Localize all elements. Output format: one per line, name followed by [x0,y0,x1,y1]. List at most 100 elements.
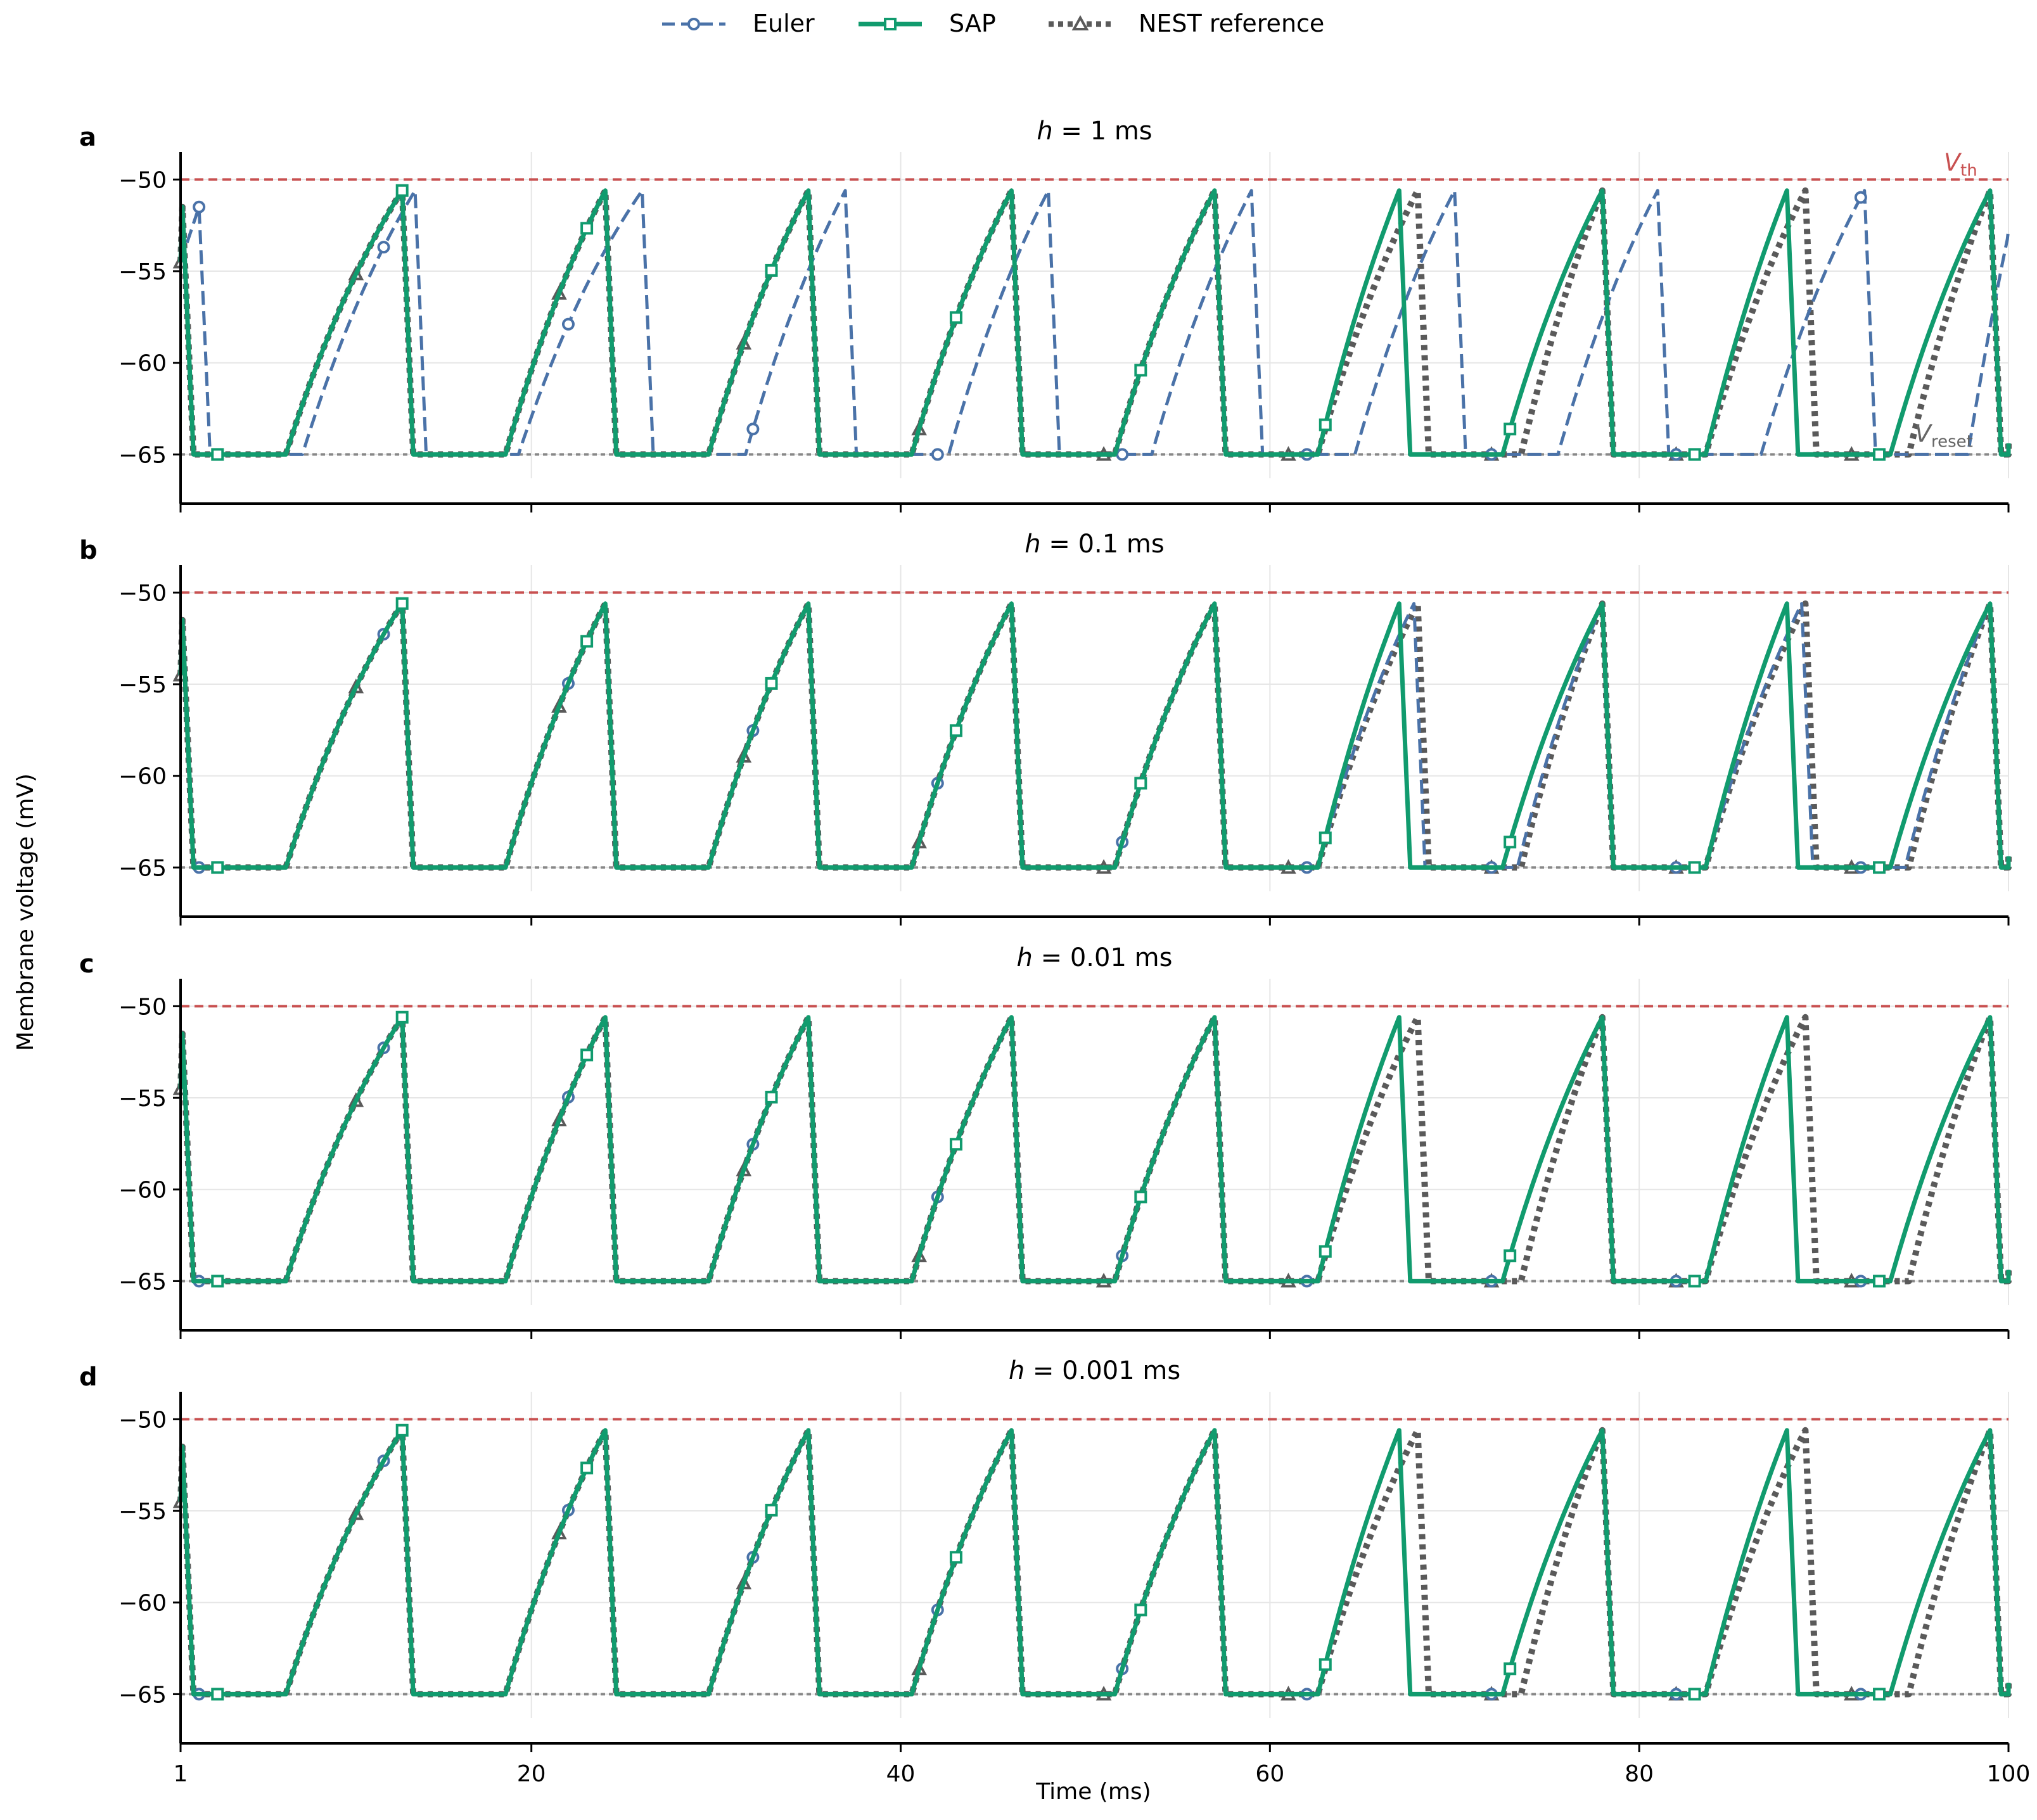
series-sap-point [949,1551,962,1564]
series-sap-point [395,184,409,197]
gridlines [180,1392,2009,1718]
panel-d: −50 −55 −60 −65 1 20 40 60 80 100 d h = 0.001 ms [79,1356,2030,1787]
y-tick-label: −55 [118,259,167,285]
y-axis-label: Membrane voltage (mV) [13,773,39,1051]
panel-title-value: = 1 ms [1053,117,1153,146]
y-tick-label: −50 [118,580,167,606]
legend-label-euler: Euler [753,10,815,37]
series-sap-point [580,1461,594,1475]
series-sap-point [1688,448,1701,461]
vth-label: Vth [1944,148,1977,180]
series-euler-point [1116,448,1129,461]
panel-letter: b [79,536,98,565]
panel-title-var: h [1025,530,1040,559]
series-sap-point [1873,1275,1886,1288]
panel-a: −50 −55 −60 −65 a h = 1 ms Vth Vreset [79,117,2012,512]
figure: Euler SAP NEST reference Membrane voltag… [13,10,2030,1805]
vreset-label: Vreset [1915,419,1973,451]
panel-title-value: = 0.001 ms [1025,1356,1180,1385]
series-sap-point [1134,1603,1147,1617]
x-tick-label: 80 [1625,1761,1654,1787]
panel-title: h = 0.01 ms [1017,943,1173,972]
series-euler-point [193,200,206,213]
panel-title-value: = 0.01 ms [1033,943,1173,972]
series-sap-point [580,222,594,235]
series-euler-line [179,1015,2010,1283]
series-sap-line [178,601,2011,870]
series-sap-point [949,724,962,737]
y-tick-label: −65 [118,1269,167,1295]
legend-label-sap: SAP [949,10,996,37]
series-sap-point [1134,1190,1147,1204]
series-sap-point [1873,448,1886,461]
series-euler-point [1854,191,1867,204]
legend-entry-sap: SAP [859,10,996,37]
panel-letter: d [79,1363,98,1392]
panel-title: h = 0.1 ms [1025,530,1164,559]
series-sap-point [1504,423,1517,436]
panels: −50−55−60−65a h = 1 msVthVreset−50−55−60−… [79,117,2030,1787]
series-nest-line [177,1427,2012,1698]
series-sap-point [395,597,409,610]
series-sap-point [1688,1688,1701,1701]
series-sap-point [211,1275,224,1288]
y-tick-label: −60 [118,1591,167,1617]
gridlines [180,565,2009,891]
y-tick-label: −60 [118,1178,167,1204]
legend-entry-nest: NEST reference [1049,10,1324,37]
series-sap-point [1319,831,1332,844]
y-tick-label: −65 [118,442,167,468]
series-sap-point [949,1138,962,1151]
panel-letter: a [79,123,96,152]
x-tick-label: 1 [174,1761,188,1787]
series-euler-line [179,1429,2010,1696]
series-sap-point [1688,1275,1701,1288]
series-nest-line [177,600,2012,871]
series-sap-point [395,1010,409,1024]
x-tick-label: 100 [1987,1761,2031,1787]
panel-title-var: h [1009,1356,1025,1385]
series-sap-point [211,861,224,874]
y-tick-label: −50 [118,1407,167,1433]
series-sap-point [1873,861,1886,874]
series-euler-point [931,448,944,461]
panel-b: −50 −55 −60 −65 b h = 0.1 ms [79,530,2012,926]
series-sap-point [580,635,594,648]
y-tick-label: −60 [118,351,167,377]
series-sap-point [1504,1249,1517,1263]
y-tick-label: −65 [118,855,167,881]
panel-title: h = 1 ms [1037,117,1152,146]
series-sap-line [178,1015,2011,1283]
x-tick-label: 40 [886,1761,916,1787]
panel-title-value: = 0.1 ms [1041,530,1165,559]
series-sap-point [580,1048,594,1062]
series-sap-point [765,1090,778,1104]
series-sap-line [178,1428,2011,1696]
legend-marker-nest [1071,15,1089,30]
y-tick-label: −50 [118,167,167,193]
series-sap-point [765,677,778,690]
legend-label-nest: NEST reference [1139,10,1324,37]
series-euler-line [179,602,2010,869]
vth-label-sub: th [1960,161,1977,180]
series-sap-line [178,188,2011,457]
panel-title: h = 0.001 ms [1009,1356,1180,1385]
gridlines [180,152,2009,478]
series-sap-point [1873,1688,1886,1701]
y-tick-label: −55 [118,1499,167,1525]
y-tick-label: −55 [118,1086,167,1112]
y-tick-label: −60 [118,764,167,790]
x-axis-label: Time (ms) [1035,1779,1151,1805]
x-tick-label: 60 [1255,1761,1284,1787]
panel-title-var: h [1037,117,1052,146]
series-sap-point [1319,418,1332,431]
x-tick-label: 20 [517,1761,546,1787]
series-sap-point [1134,364,1147,377]
series-sap-point [1504,1662,1517,1676]
panel-title-var: h [1017,943,1033,972]
gridlines [180,979,2009,1305]
panel-c: −50 −55 −60 −65 c h = 0.01 ms [79,943,2012,1339]
series-sap-point [1319,1245,1332,1258]
legend: Euler SAP NEST reference [662,10,1324,37]
series-sap-point [765,1503,778,1517]
